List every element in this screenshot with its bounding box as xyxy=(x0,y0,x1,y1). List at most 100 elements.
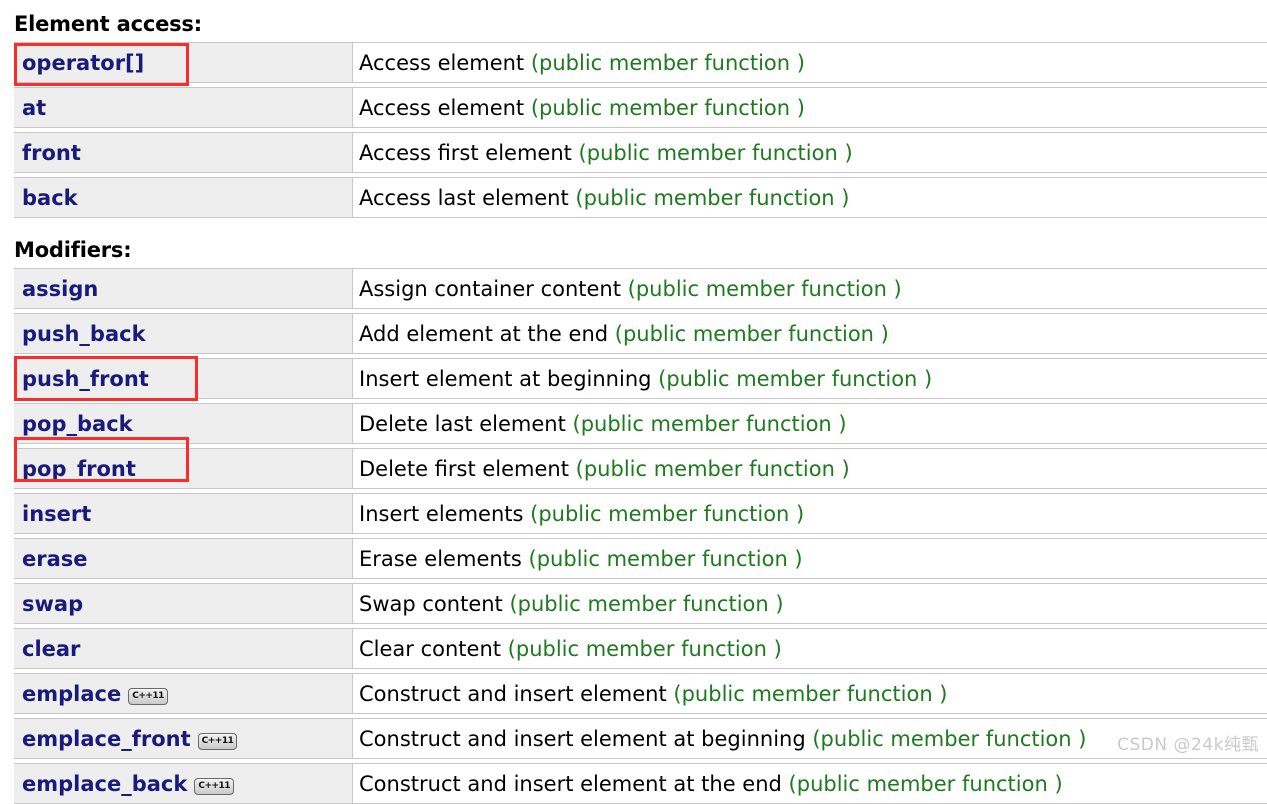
function-description-cell: Access element (public member function ) xyxy=(353,42,1267,83)
page-root: Element access: operator[] Access element… xyxy=(0,0,1267,767)
function-name-cell[interactable]: erase xyxy=(14,538,353,579)
table-row[interactable]: push_front Insert element at beginning (p… xyxy=(14,358,1267,399)
function-description-cell: Insert element at beginning (public memb… xyxy=(353,358,1267,399)
function-description-text: Clear content xyxy=(359,637,508,661)
function-description-text: Delete first element xyxy=(359,457,576,481)
function-name-link[interactable]: at xyxy=(22,96,46,120)
function-name-link[interactable]: emplace_back xyxy=(22,772,187,796)
table-row[interactable]: back Access last element (public member f… xyxy=(14,177,1267,218)
table-row[interactable]: frontAccess first element (public member… xyxy=(14,132,1267,173)
function-name-link[interactable]: push_back xyxy=(22,322,146,346)
function-name-link[interactable]: swap xyxy=(22,592,83,616)
table-row[interactable]: swap Swap content (public member function… xyxy=(14,583,1267,624)
function-name-cell[interactable]: swap xyxy=(14,583,353,624)
function-name-link[interactable]: front xyxy=(22,141,81,165)
function-kind-text: (public member function ) xyxy=(531,96,805,120)
function-name-link[interactable]: erase xyxy=(22,547,88,571)
function-kind-text: (public member function ) xyxy=(573,412,847,436)
function-kind-text: (public member function ) xyxy=(508,637,782,661)
function-name-link[interactable]: pop_back xyxy=(22,412,133,436)
function-table-element-access: operator[] Access element (public member … xyxy=(14,42,1267,218)
function-name-cell[interactable]: push_back xyxy=(14,313,353,354)
function-kind-text: (public member function ) xyxy=(531,51,805,75)
function-kind-text: (public member function ) xyxy=(509,592,783,616)
table-row[interactable]: assign Assign container content (public m… xyxy=(14,268,1267,309)
function-name-link[interactable]: operator[] xyxy=(22,51,144,75)
function-table-body-element-access: operator[] Access element (public member … xyxy=(14,42,1267,218)
table-row[interactable]: pop_back Delete last element (public memb… xyxy=(14,403,1267,444)
section-heading-text: Modifiers xyxy=(14,238,123,262)
function-kind-text: (public member function ) xyxy=(673,682,947,706)
function-name-cell[interactable]: push_front xyxy=(14,358,353,399)
function-kind-text: (public member function ) xyxy=(529,547,803,571)
table-row[interactable]: pop_front Delete first element (public me… xyxy=(14,448,1267,489)
function-description-cell: Access last element (public member funct… xyxy=(353,177,1267,218)
function-name-cell[interactable]: back xyxy=(14,177,353,218)
function-description-cell: Erase elements (public member function ) xyxy=(353,538,1267,579)
function-name-link[interactable]: clear xyxy=(22,637,80,661)
function-name-link[interactable]: push_front xyxy=(22,367,149,391)
function-name-link[interactable]: back xyxy=(22,186,78,210)
function-description-cell: Insert elements (public member function … xyxy=(353,493,1267,534)
function-kind-text: (public member function ) xyxy=(576,457,850,481)
table-row[interactable]: at Access element (public member function… xyxy=(14,87,1267,128)
function-name-cell[interactable]: emplace_front C++11 xyxy=(14,718,353,759)
cpp11-badge: C++11 xyxy=(128,688,168,705)
section-element-access: Element access: operator[] Access element… xyxy=(0,14,1267,218)
section-heading-colon: : xyxy=(194,12,202,36)
function-name-cell[interactable]: pop_front xyxy=(14,448,353,489)
function-description-text: Access element xyxy=(359,96,531,120)
function-kind-text: (public member function ) xyxy=(812,727,1086,751)
function-name-link[interactable]: assign xyxy=(22,277,98,301)
section-modifiers: Modifiers: assign Assign container conten… xyxy=(0,240,1267,804)
function-description-text: Delete last element xyxy=(359,412,573,436)
table-row[interactable]: push_back Add element at the end (public … xyxy=(14,313,1267,354)
function-name-link[interactable]: pop_front xyxy=(22,457,136,481)
cpp11-badge: C++11 xyxy=(198,733,238,750)
function-description-cell: Assign container content (public member … xyxy=(353,268,1267,309)
function-description-text: Assign container content xyxy=(359,277,628,301)
function-description-text: Construct and insert element at the end xyxy=(359,772,789,796)
table-wrap-element-access: operator[] Access element (public member … xyxy=(0,35,1267,218)
function-description-text: Swap content xyxy=(359,592,509,616)
function-name-cell[interactable]: assign xyxy=(14,268,353,309)
table-row[interactable]: operator[] Access element (public member … xyxy=(14,42,1267,83)
function-description-cell: Clear content (public member function ) xyxy=(353,628,1267,669)
function-description-cell: Delete last element (public member funct… xyxy=(353,403,1267,444)
function-kind-text: (public member function ) xyxy=(579,141,853,165)
function-kind-text: (public member function ) xyxy=(628,277,902,301)
function-name-cell[interactable]: clear xyxy=(14,628,353,669)
function-description-text: Access element xyxy=(359,51,531,75)
table-row[interactable]: clear Clear content (public member functi… xyxy=(14,628,1267,669)
function-description-cell: Access element (public member function ) xyxy=(353,87,1267,128)
section-heading-element-access: Element access: xyxy=(0,14,1267,35)
function-description-text: Insert element at beginning xyxy=(359,367,658,391)
function-description-text: Add element at the end xyxy=(359,322,615,346)
cpp11-badge: C++11 xyxy=(194,778,234,795)
table-row[interactable]: emplace_front C++11 Construct and insert e… xyxy=(14,718,1267,759)
function-table-modifiers: assign Assign container content (public m… xyxy=(14,268,1267,804)
table-row[interactable]: emplace C++11 Construct and insert element… xyxy=(14,673,1267,714)
function-name-cell[interactable]: operator[] xyxy=(14,42,353,83)
table-wrap-modifiers: assign Assign container content (public m… xyxy=(0,261,1267,804)
function-name-cell[interactable]: pop_back xyxy=(14,403,353,444)
function-name-link[interactable]: emplace xyxy=(22,682,121,706)
table-row[interactable]: insert Insert elements (public member fun… xyxy=(14,493,1267,534)
function-description-text: Construct and insert element at beginnin… xyxy=(359,727,812,751)
section-heading-modifiers: Modifiers: xyxy=(0,240,1267,261)
function-name-cell[interactable]: emplace C++11 xyxy=(14,673,353,714)
function-name-cell[interactable]: front xyxy=(14,132,353,173)
function-description-text: Insert elements xyxy=(359,502,530,526)
function-description-cell: Construct and insert element (public mem… xyxy=(353,673,1267,714)
table-row[interactable]: emplace_back C++11 Construct and insert el… xyxy=(14,763,1267,804)
function-name-link[interactable]: emplace_front xyxy=(22,727,191,751)
function-kind-text: (public member function ) xyxy=(789,772,1063,796)
function-kind-text: (public member function ) xyxy=(530,502,804,526)
function-name-cell[interactable]: at xyxy=(14,87,353,128)
watermark: CSDN @24k纯甄 xyxy=(1117,730,1259,755)
function-name-link[interactable]: insert xyxy=(22,502,91,526)
table-row[interactable]: erase Erase elements (public member funct… xyxy=(14,538,1267,579)
function-kind-text: (public member function ) xyxy=(615,322,889,346)
function-name-cell[interactable]: emplace_back C++11 xyxy=(14,763,353,804)
function-name-cell[interactable]: insert xyxy=(14,493,353,534)
